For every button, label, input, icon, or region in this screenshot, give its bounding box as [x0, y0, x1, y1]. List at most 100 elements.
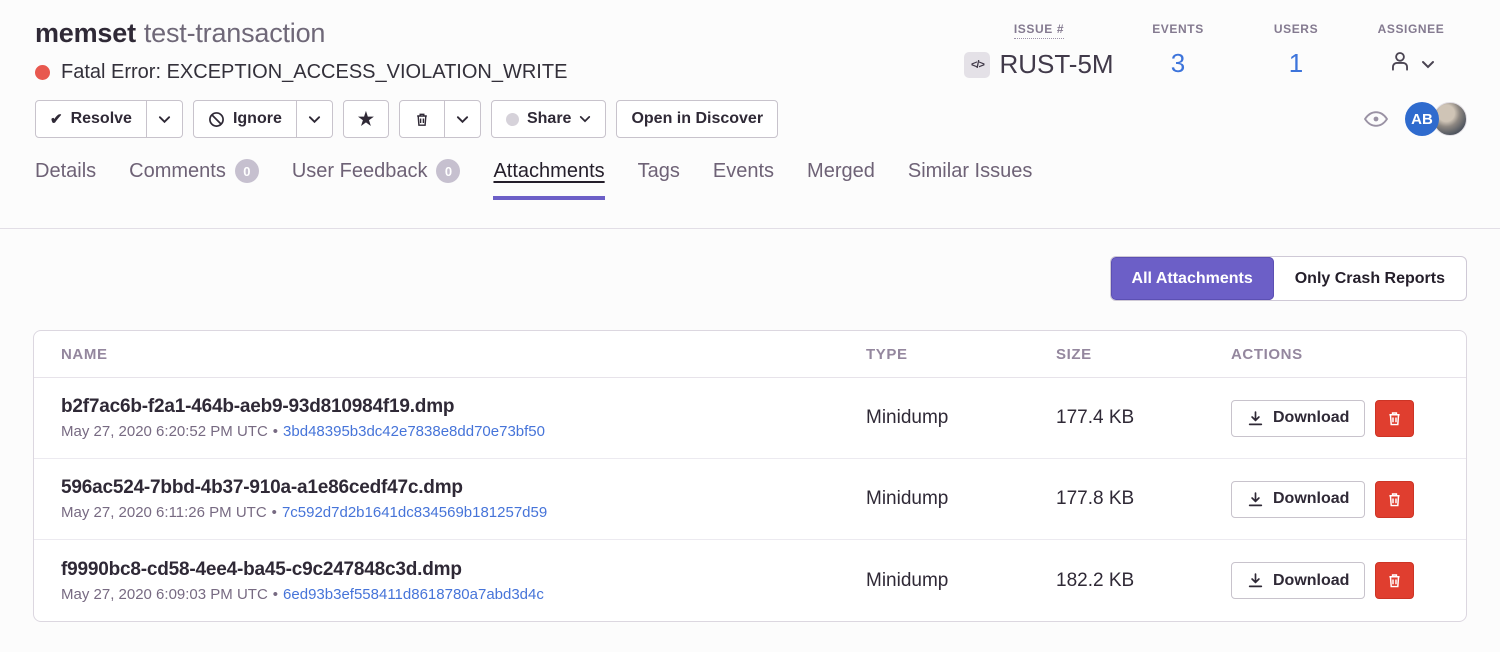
- attachment-meta: May 27, 2020 6:20:52 PM UTC•3bd48395b3dc…: [61, 423, 839, 440]
- trash-icon: [414, 111, 430, 128]
- filter-toggle-row: All Attachments Only Crash Reports: [33, 256, 1467, 301]
- action-toolbar: ✔ Resolve Ignore ★: [35, 100, 1467, 138]
- resolve-dropdown-button[interactable]: [147, 100, 183, 138]
- delete-attachment-button[interactable]: [1375, 481, 1414, 518]
- column-header-type: TYPE: [839, 346, 1029, 363]
- issue-transaction: test-transaction: [144, 18, 325, 48]
- column-header-name: NAME: [34, 346, 839, 363]
- attachment-actions: Download: [1204, 481, 1466, 518]
- stat-issue-number: ISSUE # </> RUST-5M: [959, 20, 1119, 80]
- page-title: memset test-transaction: [35, 18, 567, 49]
- stat-assignee: ASSIGNEE: [1355, 20, 1467, 81]
- attachment-filename: 596ac524-7bbd-4b37-910a-a1e86cedf47c.dmp: [61, 477, 839, 499]
- column-header-size: SIZE: [1029, 346, 1204, 363]
- issue-culprit: memset: [35, 18, 136, 48]
- delete-issue-button[interactable]: [399, 100, 445, 138]
- download-button[interactable]: Download: [1231, 481, 1365, 518]
- tab-user-feedback[interactable]: User Feedback0: [292, 159, 461, 200]
- resolve-button-group: ✔ Resolve: [35, 100, 183, 138]
- trash-icon: [1386, 410, 1403, 427]
- table-header-row: NAME TYPE SIZE ACTIONS: [34, 331, 1466, 378]
- attachment-date: May 27, 2020 6:20:52 PM UTC: [61, 423, 268, 440]
- ignore-mute-icon: [208, 111, 225, 128]
- attachment-meta: May 27, 2020 6:11:26 PM UTC•7c592d7d2b16…: [61, 504, 839, 521]
- attachment-event-link[interactable]: 6ed93b3ef558411d8618780a7abd3d4c: [283, 586, 544, 603]
- stat-events: EVENTS 3: [1119, 20, 1237, 79]
- subscribe-eye-icon[interactable]: [1363, 109, 1389, 129]
- issue-short-id[interactable]: RUST-5M: [999, 49, 1113, 80]
- download-icon: [1247, 410, 1264, 427]
- bookmark-star-button[interactable]: ★: [343, 100, 389, 138]
- tab-tags[interactable]: Tags: [638, 159, 680, 200]
- users-count[interactable]: 1: [1237, 48, 1355, 79]
- attachment-name-cell: f9990bc8-cd58-4ee4-ba45-c9c247848c3d.dmp…: [34, 559, 839, 603]
- trash-icon: [1386, 572, 1403, 589]
- assignee-label: ASSIGNEE: [1378, 22, 1445, 36]
- share-status-dot: [506, 113, 519, 126]
- issue-stats: ISSUE # </> RUST-5M EVENTS 3 USERS 1 ASS…: [959, 20, 1467, 81]
- issue-header: memset test-transaction Fatal Error: EXCE…: [0, 0, 1500, 229]
- delete-attachment-button[interactable]: [1375, 562, 1414, 599]
- column-header-actions: ACTIONS: [1204, 346, 1466, 363]
- download-icon: [1247, 572, 1264, 589]
- share-button[interactable]: Share: [491, 100, 606, 138]
- tab-merged[interactable]: Merged: [807, 159, 875, 200]
- attachment-name-cell: b2f7ac6b-f2a1-464b-aeb9-93d810984f19.dmp…: [34, 396, 839, 440]
- ignore-button[interactable]: Ignore: [193, 100, 297, 138]
- attachment-date: May 27, 2020 6:11:26 PM UTC: [61, 504, 267, 521]
- tab-comments[interactable]: Comments0: [129, 159, 259, 200]
- code-icon: </>: [964, 52, 990, 78]
- attachments-table: NAME TYPE SIZE ACTIONS b2f7ac6b-f2a1-464…: [33, 330, 1467, 622]
- attachment-actions: Download: [1204, 400, 1466, 437]
- attachment-actions: Download: [1204, 562, 1466, 599]
- ignore-button-group: Ignore: [193, 100, 333, 138]
- filter-only-crash-reports-button[interactable]: Only Crash Reports: [1274, 257, 1466, 300]
- attachment-name-cell: 596ac524-7bbd-4b37-910a-a1e86cedf47c.dmp…: [34, 477, 839, 521]
- user-feedback-count-badge: 0: [436, 159, 460, 183]
- tab-similar-issues[interactable]: Similar Issues: [908, 159, 1032, 200]
- events-count[interactable]: 3: [1119, 48, 1237, 79]
- attachment-size: 182.2 KB: [1029, 570, 1204, 592]
- share-chevron-down-icon: [579, 115, 591, 123]
- error-message: Fatal Error: EXCEPTION_ACCESS_VIOLATION_…: [61, 61, 567, 84]
- attachment-size: 177.8 KB: [1029, 488, 1204, 510]
- error-line: Fatal Error: EXCEPTION_ACCESS_VIOLATION_…: [35, 61, 567, 84]
- delete-button-group: [399, 100, 481, 138]
- attachment-event-link[interactable]: 3bd48395b3dc42e7838e8dd70e73bf50: [283, 423, 545, 440]
- users-label: USERS: [1274, 22, 1318, 36]
- toolbar-right: AB: [1363, 102, 1467, 136]
- resolve-button[interactable]: ✔ Resolve: [35, 100, 147, 138]
- error-level-dot: [35, 65, 50, 80]
- attachment-meta: May 27, 2020 6:09:03 PM UTC•6ed93b3ef558…: [61, 586, 839, 603]
- attachment-type: Minidump: [839, 570, 1029, 592]
- participant-avatar-ab[interactable]: AB: [1405, 102, 1439, 136]
- events-label: EVENTS: [1152, 22, 1204, 36]
- table-row: b2f7ac6b-f2a1-464b-aeb9-93d810984f19.dmp…: [34, 378, 1466, 459]
- check-icon: ✔: [50, 112, 63, 127]
- table-row: f9990bc8-cd58-4ee4-ba45-c9c247848c3d.dmp…: [34, 540, 1466, 621]
- download-button[interactable]: Download: [1231, 400, 1365, 437]
- attachment-type: Minidump: [839, 488, 1029, 510]
- ignore-dropdown-button[interactable]: [297, 100, 333, 138]
- attachments-content: All Attachments Only Crash Reports NAME …: [0, 229, 1500, 622]
- attachment-size: 177.4 KB: [1029, 407, 1204, 429]
- tab-events[interactable]: Events: [713, 159, 774, 200]
- assignee-dropdown[interactable]: [1355, 48, 1467, 81]
- attachment-event-link[interactable]: 7c592d7d2b1641dc834569b181257d59: [282, 504, 547, 521]
- star-icon: ★: [358, 110, 374, 128]
- filter-all-attachments-button[interactable]: All Attachments: [1111, 257, 1274, 300]
- tab-details[interactable]: Details: [35, 159, 96, 200]
- delete-dropdown-button[interactable]: [445, 100, 481, 138]
- download-button[interactable]: Download: [1231, 562, 1365, 599]
- tab-attachments[interactable]: Attachments: [493, 159, 604, 200]
- attachment-date: May 27, 2020 6:09:03 PM UTC: [61, 586, 268, 603]
- table-row: 596ac524-7bbd-4b37-910a-a1e86cedf47c.dmp…: [34, 459, 1466, 540]
- comments-count-badge: 0: [235, 159, 259, 183]
- delete-attachment-button[interactable]: [1375, 400, 1414, 437]
- stat-users: USERS 1: [1237, 20, 1355, 79]
- open-in-discover-button[interactable]: Open in Discover: [616, 100, 778, 138]
- title-block: memset test-transaction Fatal Error: EXCE…: [35, 18, 567, 84]
- assignee-person-icon: [1387, 48, 1413, 81]
- attachment-type: Minidump: [839, 407, 1029, 429]
- assignee-chevron-down-icon: [1421, 60, 1435, 69]
